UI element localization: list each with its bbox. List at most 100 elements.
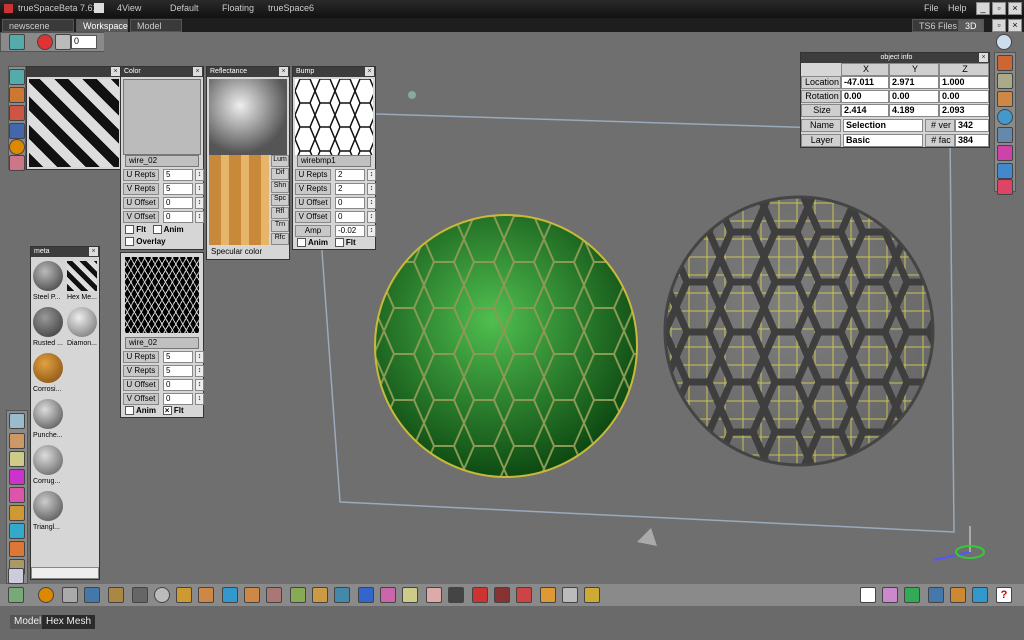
flt-checkbox[interactable]	[334, 238, 344, 248]
u-repts-input[interactable]: 5	[163, 351, 193, 363]
spinner-icon[interactable]: ↕	[195, 183, 204, 195]
sweep-icon[interactable]	[244, 587, 260, 603]
u-repts-input[interactable]: 2	[335, 169, 365, 181]
rotation-z-input[interactable]: 0.00	[939, 90, 989, 103]
spinner-icon[interactable]: ↕	[367, 225, 376, 237]
light-icon[interactable]	[9, 155, 25, 171]
material-thumb[interactable]	[33, 445, 63, 475]
lasso-icon[interactable]	[9, 433, 25, 449]
tab-model[interactable]: Model	[130, 19, 182, 32]
lathe-icon[interactable]	[222, 587, 238, 603]
texture-icon[interactable]	[9, 505, 25, 521]
wire-texture-name[interactable]: wire_02	[125, 337, 199, 349]
v-offset-input[interactable]: 0	[163, 211, 193, 223]
ad-icon[interactable]	[997, 109, 1013, 125]
u-offset-input[interactable]: 0	[163, 379, 193, 391]
workspace-icon[interactable]	[9, 34, 25, 50]
object-tool-icon[interactable]	[9, 69, 25, 85]
pointer-icon[interactable]	[860, 587, 876, 603]
grid-object-icon[interactable]	[494, 587, 510, 603]
wire-texture-preview[interactable]	[125, 257, 199, 333]
anim-checkbox[interactable]	[152, 225, 162, 235]
bevel-icon[interactable]	[266, 587, 282, 603]
dropdown-icon[interactable]: ▾	[94, 3, 104, 13]
anim-checkbox[interactable]	[125, 406, 134, 416]
spinner-icon[interactable]: ↕	[367, 197, 376, 209]
location-z-input[interactable]: 1.000	[939, 76, 989, 89]
layout-truespace6[interactable]: trueSpace6	[268, 3, 314, 13]
tab-ts6-files[interactable]: TS6 Files	[912, 19, 965, 32]
figure-icon[interactable]	[402, 587, 418, 603]
deform-icon[interactable]	[290, 587, 306, 603]
size-z-input[interactable]: 2.093	[939, 104, 989, 117]
tab-3d[interactable]: 3D	[958, 19, 984, 32]
rotation-y-input[interactable]: 0.00	[889, 90, 939, 103]
material-thumb[interactable]	[33, 399, 63, 429]
mapping-icon[interactable]	[9, 523, 25, 539]
spinner-icon[interactable]: ↕	[367, 211, 376, 223]
status-object-name[interactable]: Hex Mesh	[42, 615, 96, 629]
gradient-icon[interactable]	[997, 145, 1013, 161]
u-offset-input[interactable]: 0	[163, 197, 193, 209]
layout-4view[interactable]: 4View	[117, 3, 141, 13]
flt-checkbox[interactable]	[125, 225, 134, 235]
scale-icon[interactable]	[9, 123, 25, 139]
v-offset-input[interactable]: 0	[163, 393, 193, 405]
spinner-icon[interactable]: ↕	[367, 183, 376, 195]
v-repts-input[interactable]: 2	[335, 183, 365, 195]
close-3d-icon[interactable]: ×	[1008, 19, 1022, 32]
stack-icon[interactable]	[997, 127, 1013, 143]
prism-icon[interactable]	[9, 469, 25, 485]
material-thumb[interactable]	[33, 353, 63, 383]
color-texture-name[interactable]: wire_02	[125, 155, 199, 167]
frame-input[interactable]: 0	[71, 35, 97, 49]
close-icon[interactable]: ×	[279, 67, 288, 76]
layout-floating[interactable]: Floating	[222, 3, 254, 13]
color-wheel-icon[interactable]	[9, 487, 25, 503]
spinner-icon[interactable]: ↕	[195, 169, 204, 181]
anim-checkbox[interactable]	[297, 238, 306, 248]
restore-icon[interactable]: ▫	[992, 2, 1006, 15]
specular-color-label[interactable]: Specular color	[211, 247, 262, 256]
spline-icon[interactable]	[198, 587, 214, 603]
v-offset-input[interactable]: 0	[335, 211, 365, 223]
location-x-input[interactable]: -47.011	[841, 76, 889, 89]
close-icon[interactable]: ×	[365, 67, 374, 76]
record-icon[interactable]	[37, 34, 53, 50]
material-thumb[interactable]	[33, 307, 63, 337]
library-icon[interactable]	[997, 55, 1013, 71]
sphere-icon[interactable]	[9, 139, 25, 155]
tab-newscene[interactable]: newscene	[2, 19, 74, 32]
torus-icon[interactable]	[132, 587, 148, 603]
checker-icon[interactable]	[358, 587, 374, 603]
spinner-icon[interactable]: ↕	[195, 393, 204, 405]
spinner-icon[interactable]: ↕	[195, 379, 204, 391]
cone-icon[interactable]	[84, 587, 100, 603]
u-offset-input[interactable]: 0	[335, 197, 365, 209]
status-model[interactable]: Model	[10, 615, 46, 629]
sphere-library-icon[interactable]	[997, 73, 1013, 89]
head-icon[interactable]	[426, 587, 442, 603]
v-repts-input[interactable]: 5	[163, 183, 193, 195]
rfc-button[interactable]: Rfc	[271, 233, 289, 245]
pen-icon[interactable]	[8, 568, 24, 584]
amp-input[interactable]: -0.02	[335, 225, 365, 237]
navigation-icon[interactable]	[996, 34, 1012, 50]
light-library-icon[interactable]	[997, 179, 1013, 195]
spinner-icon[interactable]: ↕	[195, 351, 204, 363]
paint-brush-icon[interactable]	[9, 451, 25, 467]
cut-icon[interactable]	[950, 587, 966, 603]
bucket-icon[interactable]	[928, 587, 944, 603]
text-icon[interactable]	[176, 587, 192, 603]
sun-icon[interactable]	[584, 587, 600, 603]
spinner-icon[interactable]: ↕	[195, 211, 204, 223]
spc-button[interactable]: Spc	[271, 194, 289, 206]
plane-icon[interactable]	[108, 587, 124, 603]
layer-select[interactable]: Basic	[843, 134, 923, 147]
close-icon[interactable]: ×	[89, 247, 98, 256]
particle-icon[interactable]	[472, 587, 488, 603]
material-thumb[interactable]	[33, 491, 63, 521]
sphere-primitive-icon[interactable]	[38, 587, 54, 603]
overlay-checkbox[interactable]	[125, 237, 134, 247]
minimize-icon[interactable]: _	[976, 2, 990, 15]
